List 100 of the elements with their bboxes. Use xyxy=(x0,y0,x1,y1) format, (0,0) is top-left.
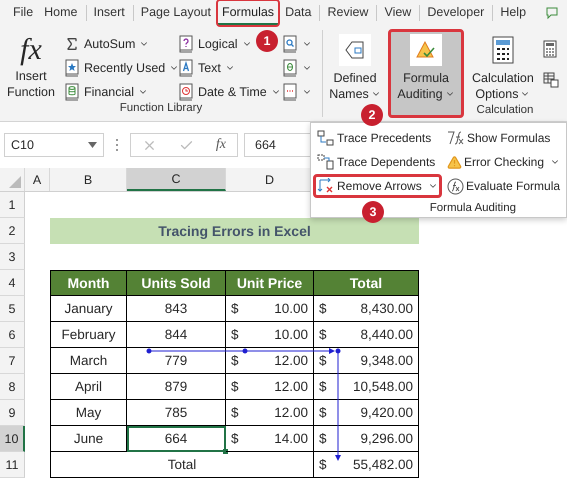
row-header[interactable]: 11 xyxy=(0,452,25,478)
cell-value: 10,548.00 xyxy=(352,379,413,394)
function-category-button[interactable] xyxy=(282,34,312,54)
row-header[interactable]: 4 xyxy=(0,270,25,296)
ribbon-command[interactable]: Financial xyxy=(64,82,148,102)
group-label: Formula Auditing xyxy=(430,202,516,216)
column-header[interactable]: A xyxy=(25,168,50,191)
star-book-icon xyxy=(64,59,80,77)
ribbon-command[interactable]: AutoSum xyxy=(64,34,150,54)
warning-icon xyxy=(447,154,462,170)
row-header[interactable]: 2 xyxy=(0,218,25,244)
function-category-button[interactable] xyxy=(282,58,312,78)
insert-function-icon[interactable]: fx xyxy=(216,137,226,153)
evaluate-formula-icon xyxy=(447,178,464,194)
column-heading: Units Sold xyxy=(127,270,226,296)
menu-item[interactable]: Error Checking xyxy=(444,151,564,173)
cell-value: 14.00 xyxy=(274,431,308,446)
dots-book-icon xyxy=(282,83,298,101)
letter-book-icon xyxy=(178,59,194,77)
row-header[interactable]: 5 xyxy=(0,296,25,322)
clock-book-icon xyxy=(178,83,194,101)
menu-item[interactable]: Trace Precedents xyxy=(314,127,434,149)
menu-item[interactable]: Remove Arrows xyxy=(314,175,441,197)
menu-item[interactable]: Show Formulas xyxy=(444,127,554,149)
insert-function-button[interactable]: fx Insert Function xyxy=(4,30,58,102)
calculator-icon xyxy=(492,36,514,64)
table-cell: April xyxy=(50,374,127,400)
table-cell: January xyxy=(50,296,127,322)
fill-handle[interactable] xyxy=(223,449,228,454)
name-box[interactable]: C10 xyxy=(4,133,104,157)
name-tag-icon xyxy=(344,39,366,61)
trace-dependents-icon xyxy=(317,154,335,170)
menu-tab[interactable]: Home xyxy=(39,0,82,26)
ribbon-command[interactable]: Text xyxy=(178,58,235,78)
calculator-icon[interactable] xyxy=(542,40,557,58)
table-cell: 843 xyxy=(127,296,226,322)
table-cell: March xyxy=(50,348,127,374)
ribbon-command[interactable]: Date & Time xyxy=(178,82,281,102)
sheet-title: Tracing Errors in Excel xyxy=(50,218,419,244)
row-header[interactable]: 3 xyxy=(0,244,25,270)
column-heading: Total xyxy=(314,270,419,296)
comment-icon[interactable] xyxy=(546,6,558,20)
row-header[interactable]: 8 xyxy=(0,374,25,400)
menu-tab[interactable]: View xyxy=(379,0,416,26)
row-header[interactable]: 10 xyxy=(0,426,25,452)
cell-value: 10.00 xyxy=(274,301,308,316)
table-cell: June xyxy=(50,426,127,452)
currency-symbol: $ xyxy=(319,353,327,368)
menu-item[interactable]: Evaluate Formula xyxy=(444,175,564,197)
column-heading: Month xyxy=(50,270,127,296)
row-header[interactable]: 6 xyxy=(0,322,25,348)
column-header[interactable]: C xyxy=(127,168,226,191)
table-cell: May xyxy=(50,400,127,426)
row-header[interactable]: 1 xyxy=(0,192,25,218)
currency-symbol: $ xyxy=(319,431,327,446)
sheet-icon[interactable] xyxy=(542,72,559,88)
column-heading: Unit Price xyxy=(226,270,314,296)
function-icon: fx xyxy=(20,32,42,68)
show-formulas-icon xyxy=(447,130,465,146)
table-cell: February xyxy=(50,322,127,348)
menu-tab[interactable]: Page Layout xyxy=(136,0,216,26)
cell-value: 12.00 xyxy=(274,379,308,394)
group-label: Function Library xyxy=(118,102,204,116)
menu-tab[interactable]: Help xyxy=(495,0,532,26)
function-book-icon xyxy=(282,59,298,77)
selected-cell: 664 xyxy=(127,426,226,452)
function-category-button[interactable] xyxy=(282,82,312,102)
row-header[interactable]: 7 xyxy=(0,348,25,374)
currency-symbol: $ xyxy=(319,327,327,342)
menu-tab[interactable]: Insert xyxy=(88,0,130,26)
remove-arrows-icon xyxy=(317,178,335,194)
ribbon-command[interactable]: Recently Used xyxy=(64,58,180,78)
currency-symbol: $ xyxy=(231,301,239,316)
currency-symbol: $ xyxy=(319,301,327,316)
table-cell: 785 xyxy=(127,400,226,426)
cell-value: 9,296.00 xyxy=(360,431,413,446)
cell-value: 9,348.00 xyxy=(360,353,413,368)
menu-tab[interactable]: Review xyxy=(322,0,374,26)
currency-symbol: $ xyxy=(319,405,327,420)
cell-value: 10.00 xyxy=(274,327,308,342)
currency-symbol: $ xyxy=(231,327,239,342)
currency-symbol: $ xyxy=(319,379,327,394)
menu-tab[interactable]: Developer xyxy=(422,0,490,26)
table-cell: 844 xyxy=(127,322,226,348)
menu-tab[interactable]: Data xyxy=(280,0,316,26)
cell-value: 8,440.00 xyxy=(360,327,413,342)
dropdown-icon xyxy=(88,142,97,148)
cell-value: 9,420.00 xyxy=(360,405,413,420)
trace-precedents-icon xyxy=(317,130,335,146)
search-book-icon xyxy=(282,35,298,53)
currency-symbol: $ xyxy=(231,405,239,420)
database-book-icon xyxy=(64,83,80,101)
row-header[interactable]: 9 xyxy=(0,400,25,426)
menu-item[interactable]: Trace Dependents xyxy=(314,151,438,173)
formula-auditing-button[interactable]: Formula Auditing xyxy=(389,30,463,117)
question-book-icon xyxy=(178,35,194,53)
calculation-options-button[interactable]: Calculation Options xyxy=(469,30,537,104)
group-label: Calculation xyxy=(476,104,534,117)
ribbon-command[interactable]: Logical xyxy=(178,34,252,54)
menu-tab[interactable]: File xyxy=(8,0,38,26)
